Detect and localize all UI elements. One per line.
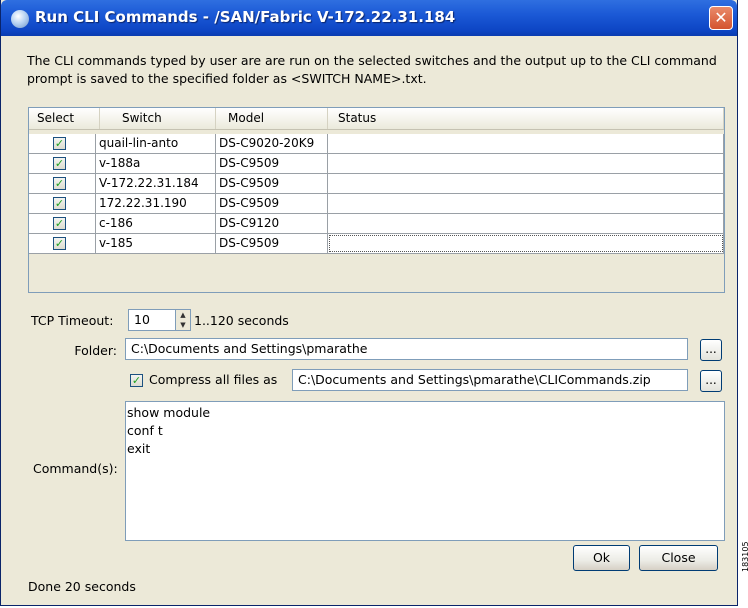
compress-label[interactable]: Compress all files as bbox=[149, 372, 277, 387]
tcp-timeout-range: 1..120 seconds bbox=[194, 313, 289, 328]
close-button[interactable]: Close bbox=[639, 545, 718, 571]
title-bar[interactable]: Run CLI Commands - /SAN/Fabric V-172.22.… bbox=[1, 0, 737, 36]
tcp-timeout-input[interactable]: 10 bbox=[128, 309, 176, 331]
select-cell: ✓ bbox=[29, 234, 96, 253]
status-cell bbox=[328, 154, 724, 173]
select-cell: ✓ bbox=[29, 134, 96, 153]
compress-checkbox[interactable]: ✓ bbox=[130, 374, 143, 387]
table-row[interactable]: ✓ v-188a DS-C9509 bbox=[29, 154, 724, 174]
commands-label: Command(s): bbox=[33, 461, 118, 476]
window-title: Run CLI Commands - /SAN/Fabric V-172.22.… bbox=[35, 8, 456, 26]
run-cli-dialog: Run CLI Commands - /SAN/Fabric V-172.22.… bbox=[0, 0, 738, 606]
status-text: Done 20 seconds bbox=[28, 579, 136, 594]
switch-cell: quail-lin-anto bbox=[96, 134, 216, 153]
commands-textarea[interactable]: show module conf t exit bbox=[125, 401, 725, 541]
model-cell: DS-C9120 bbox=[216, 214, 328, 233]
description-text: The CLI commands typed by user are are r… bbox=[27, 53, 717, 86]
zip-browse-button[interactable]: ... bbox=[700, 370, 722, 392]
select-cell: ✓ bbox=[29, 194, 96, 213]
switch-cell: 172.22.31.190 bbox=[96, 194, 216, 213]
tcp-timeout-spinner[interactable]: ▲ ▼ bbox=[175, 309, 191, 331]
model-cell: DS-C9509 bbox=[216, 234, 328, 253]
folder-browse-button[interactable]: ... bbox=[700, 339, 722, 361]
zip-file-input[interactable]: C:\Documents and Settings\pmarathe\CLICo… bbox=[292, 369, 688, 391]
column-header-select[interactable]: Select bbox=[29, 108, 100, 129]
row-checkbox[interactable]: ✓ bbox=[53, 237, 66, 250]
row-checkbox[interactable]: ✓ bbox=[53, 217, 66, 230]
switch-cell: v-185 bbox=[96, 234, 216, 253]
row-checkbox[interactable]: ✓ bbox=[53, 197, 66, 210]
switch-cell: V-172.22.31.184 bbox=[96, 174, 216, 193]
spin-down-icon[interactable]: ▼ bbox=[176, 320, 190, 330]
spin-up-icon[interactable]: ▲ bbox=[176, 310, 190, 320]
folder-input[interactable]: C:\Documents and Settings\pmarathe bbox=[125, 338, 688, 360]
table-row[interactable]: ✓ c-186 DS-C9120 bbox=[29, 214, 724, 234]
table-row[interactable]: ✓ V-172.22.31.184 DS-C9509 bbox=[29, 174, 724, 194]
command-line: conf t bbox=[127, 423, 163, 438]
status-cell bbox=[328, 174, 724, 193]
command-line: show module bbox=[127, 405, 211, 420]
column-header-model[interactable]: Model bbox=[216, 108, 328, 129]
model-cell: DS-C9020-20K9 bbox=[216, 134, 328, 153]
status-cell bbox=[328, 194, 724, 213]
select-cell: ✓ bbox=[29, 154, 96, 173]
table-header: Select Switch Model Status bbox=[29, 108, 724, 130]
switch-table: Select Switch Model Status ✓ quail-lin-a… bbox=[28, 107, 725, 293]
table-row[interactable]: ✓ quail-lin-anto DS-C9020-20K9 bbox=[29, 134, 724, 154]
row-checkbox[interactable]: ✓ bbox=[53, 137, 66, 150]
app-icon bbox=[11, 10, 29, 28]
column-header-status[interactable]: Status bbox=[328, 108, 724, 129]
column-header-switch[interactable]: Switch bbox=[100, 108, 216, 129]
ok-button[interactable]: Ok bbox=[573, 545, 630, 571]
select-cell: ✓ bbox=[29, 214, 96, 233]
status-cell bbox=[328, 214, 724, 233]
status-cell bbox=[328, 134, 724, 153]
model-cell: DS-C9509 bbox=[216, 174, 328, 193]
model-cell: DS-C9509 bbox=[216, 154, 328, 173]
select-cell: ✓ bbox=[29, 174, 96, 193]
close-window-button[interactable]: ✕ bbox=[709, 6, 733, 30]
table-row[interactable]: ✓ 172.22.31.190 DS-C9509 bbox=[29, 194, 724, 214]
table-row[interactable]: ✓ v-185 DS-C9509 bbox=[29, 234, 724, 254]
row-checkbox[interactable]: ✓ bbox=[53, 177, 66, 190]
row-checkbox[interactable]: ✓ bbox=[53, 157, 66, 170]
folder-label: Folder: bbox=[74, 343, 117, 358]
status-cell bbox=[328, 234, 724, 253]
tcp-timeout-label: TCP Timeout: bbox=[31, 313, 114, 328]
switch-cell: v-188a bbox=[96, 154, 216, 173]
switch-cell: c-186 bbox=[96, 214, 216, 233]
command-line: exit bbox=[127, 441, 151, 456]
model-cell: DS-C9509 bbox=[216, 194, 328, 213]
figure-id: 183105 bbox=[741, 541, 748, 572]
